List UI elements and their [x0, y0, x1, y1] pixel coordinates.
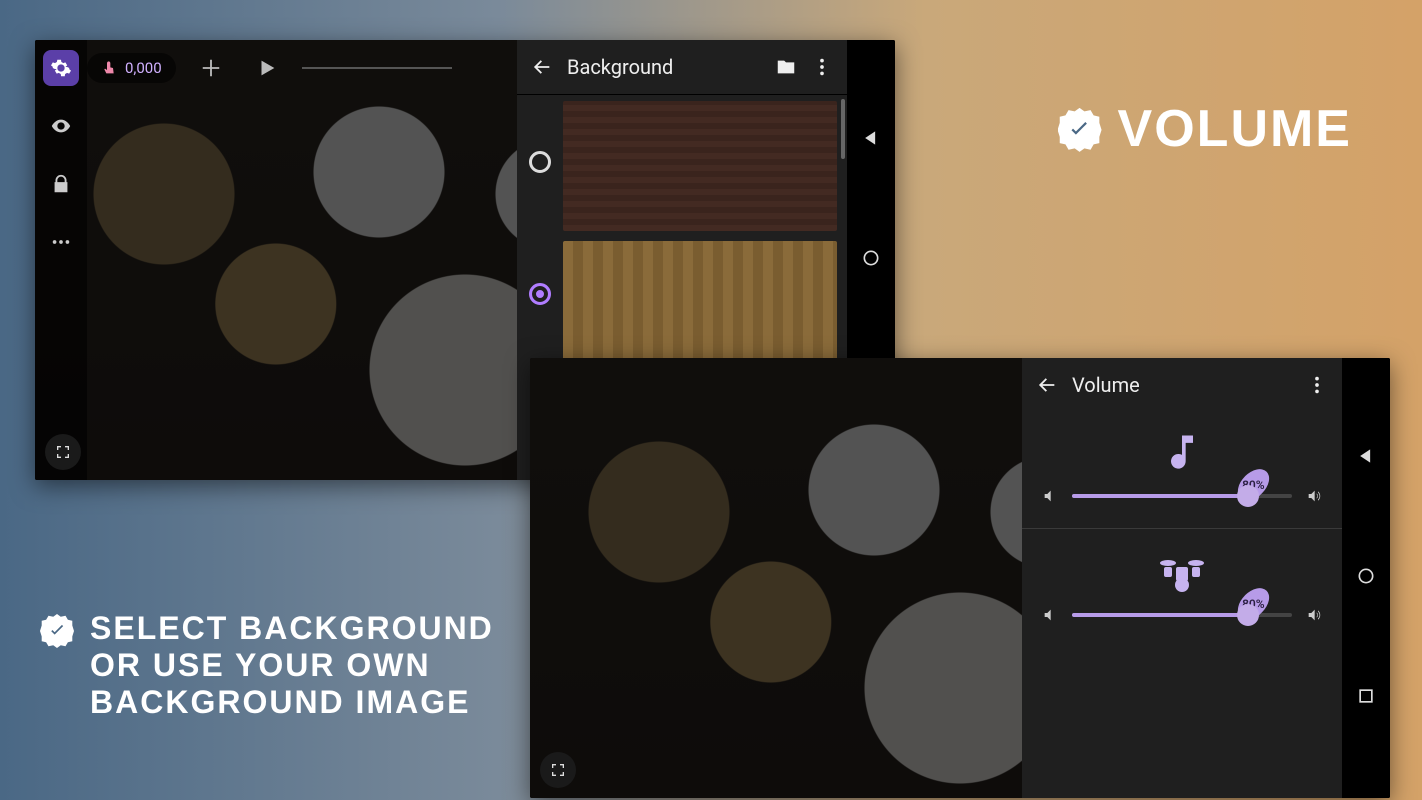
- nav-home[interactable]: [861, 248, 881, 272]
- drum-slider-row: 80%: [1042, 607, 1322, 623]
- fullscreen-icon: [550, 762, 566, 778]
- nav-home[interactable]: [1356, 566, 1376, 590]
- more-icon: [50, 231, 72, 253]
- volume-panel: Volume 80%: [1022, 358, 1342, 798]
- folder-button[interactable]: [775, 56, 797, 78]
- back-arrow-icon: [1036, 374, 1058, 396]
- nav-back-icon: [861, 128, 881, 148]
- fullscreen-icon: [55, 444, 71, 460]
- nav-recent[interactable]: [1356, 686, 1376, 710]
- visibility-button[interactable]: [43, 108, 79, 144]
- touch-icon: [101, 60, 117, 76]
- scrollbar[interactable]: [841, 99, 845, 159]
- speaker-high-icon: [1306, 488, 1322, 504]
- slider-thumb[interactable]: [1237, 604, 1259, 626]
- android-navbar: [1342, 358, 1390, 798]
- side-toolbar: [35, 40, 87, 480]
- score-value: 0,000: [125, 59, 162, 77]
- background-radio-selected[interactable]: [529, 283, 551, 305]
- nav-back[interactable]: [1356, 446, 1376, 470]
- background-radio[interactable]: [529, 151, 551, 173]
- speaker-low-icon: [1042, 607, 1058, 623]
- speaker-low-icon: [1042, 488, 1058, 504]
- kebab-icon: [1306, 374, 1328, 396]
- drum-volume-group: 80%: [1042, 553, 1322, 623]
- overflow-button[interactable]: [811, 56, 833, 78]
- play-button[interactable]: [246, 57, 288, 79]
- verified-badge: [40, 614, 74, 648]
- slider-fill: [1072, 613, 1248, 617]
- back-button[interactable]: [531, 56, 553, 78]
- lock-button[interactable]: [43, 166, 79, 202]
- folder-icon: [775, 56, 797, 78]
- promo-volume-title: VOLUME: [1118, 100, 1352, 160]
- panel-header: Background: [517, 40, 847, 94]
- nav-home-icon: [1356, 566, 1376, 586]
- back-arrow-icon: [531, 56, 553, 78]
- check-icon: [47, 621, 67, 641]
- music-slider[interactable]: 80%: [1072, 494, 1292, 498]
- plus-icon: [200, 57, 222, 79]
- slider-fill: [1072, 494, 1248, 498]
- panel-title: Volume: [1072, 373, 1292, 397]
- volume-body: 80% 80%: [1022, 412, 1342, 798]
- fullscreen-button[interactable]: [45, 434, 81, 470]
- nav-back-icon: [1356, 446, 1376, 466]
- promo-background: SELECT BACKGROUND OR USE YOUR OWN BACKGR…: [40, 610, 494, 720]
- screenshot-volume-panel: Volume 80%: [530, 358, 1390, 798]
- add-button[interactable]: [190, 57, 232, 79]
- music-volume-group: 80%: [1042, 430, 1322, 504]
- music-note-icon: [1160, 430, 1204, 478]
- promo-volume: VOLUME: [1058, 100, 1352, 160]
- score-pill[interactable]: 0,000: [87, 53, 176, 83]
- progress-track[interactable]: [302, 67, 452, 69]
- drum-kit-icon: [1158, 553, 1206, 597]
- panel-header: Volume: [1022, 358, 1342, 412]
- panel-title: Background: [567, 55, 761, 79]
- nav-back[interactable]: [861, 128, 881, 152]
- check-icon: [1066, 117, 1092, 143]
- fullscreen-button[interactable]: [540, 752, 576, 788]
- promo-background-text: SELECT BACKGROUND OR USE YOUR OWN BACKGR…: [90, 610, 494, 720]
- music-slider-row: 80%: [1042, 488, 1322, 504]
- drum-slider[interactable]: 80%: [1072, 613, 1292, 617]
- nav-recent-icon: [1356, 686, 1376, 706]
- nav-home-icon: [861, 248, 881, 268]
- slider-thumb[interactable]: [1237, 485, 1259, 507]
- lock-icon: [50, 173, 72, 195]
- background-option-brick[interactable]: [563, 101, 837, 231]
- back-button[interactable]: [1036, 374, 1058, 396]
- background-option-wood[interactable]: [563, 241, 837, 371]
- play-icon: [256, 57, 278, 79]
- speaker-high-icon: [1306, 607, 1322, 623]
- gear-icon: [50, 57, 72, 79]
- verified-badge: [1058, 108, 1102, 152]
- overflow-button[interactable]: [1306, 374, 1328, 396]
- top-info-strip: 0,000: [87, 46, 452, 90]
- divider: [1022, 528, 1342, 529]
- eye-icon: [50, 115, 72, 137]
- more-button[interactable]: [43, 224, 79, 260]
- settings-button[interactable]: [43, 50, 79, 86]
- kebab-icon: [811, 56, 833, 78]
